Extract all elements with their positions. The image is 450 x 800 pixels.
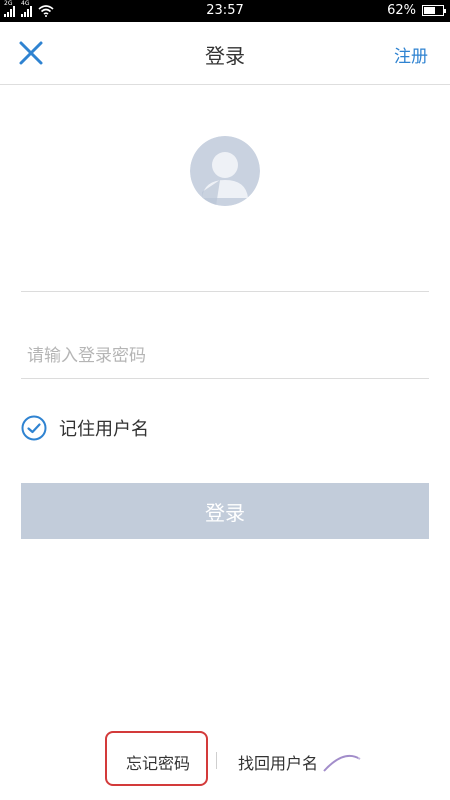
remember-username-checkbox[interactable]: 记住用户名 [21,414,149,442]
battery-fill [424,7,436,14]
battery-icon [422,5,446,16]
page-title: 登录 [205,44,245,68]
remember-username-label: 记住用户名 [59,419,149,440]
status-bar: 2G 4G 23:57 62% [0,0,450,22]
watermark-logo [316,751,438,779]
avatar [190,136,260,206]
register-link[interactable]: 注册 [394,42,428,67]
checkmark-circle-icon [21,415,47,441]
battery-percent: 62% [387,3,416,18]
footer-divider [216,752,217,769]
nav-bar: 登录 注册 [0,22,450,85]
password-input[interactable] [21,333,429,379]
user-avatar-icon [190,136,260,206]
status-icons-right: 62% [387,3,446,18]
login-button[interactable]: 登录 [21,483,429,539]
forgot-password-link[interactable]: 忘记密码 [126,750,190,774]
username-input[interactable] [21,250,429,292]
status-time: 23:57 [206,3,244,18]
